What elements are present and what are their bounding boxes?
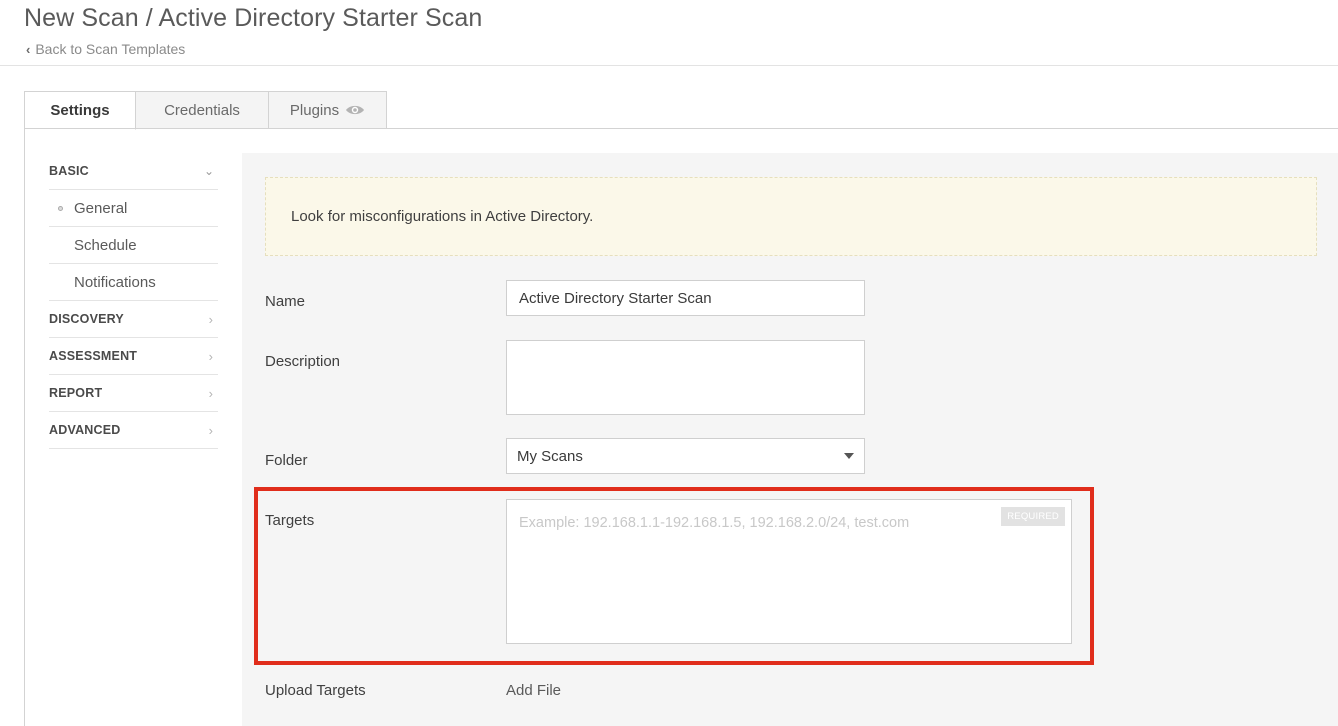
targets-textarea[interactable]: Example: 192.168.1.1-192.168.1.5, 192.16…	[506, 499, 1072, 644]
sidebar-item-label: Notifications	[74, 273, 156, 291]
description-label: Description	[265, 353, 341, 370]
template-description-banner: Look for misconfigurations in Active Dir…	[265, 177, 1317, 256]
sidebar-section-discovery[interactable]: DISCOVERY ›	[49, 301, 218, 338]
template-description-text: Look for misconfigurations in Active Dir…	[291, 208, 594, 225]
chevron-right-icon: ›	[208, 311, 213, 327]
targets-label: Targets	[265, 512, 315, 529]
page-title: New Scan / Active Directory Starter Scan	[24, 4, 483, 32]
sidebar-item-label: Schedule	[74, 236, 137, 254]
sidebar-section-basic[interactable]: BASIC ⌄	[49, 153, 218, 190]
header-divider	[0, 65, 1338, 66]
tab-plugins-label: Plugins	[289, 101, 340, 119]
settings-content-panel: Look for misconfigurations in Active Dir…	[242, 153, 1338, 726]
tab-credentials-label: Credentials	[164, 101, 240, 119]
name-input[interactable]: Active Directory Starter Scan	[506, 280, 865, 316]
sidebar-section-advanced[interactable]: ADVANCED ›	[49, 412, 218, 449]
caret-down-icon	[844, 453, 854, 459]
sidebar-section-label: REPORT	[49, 386, 103, 400]
eye-icon	[345, 104, 365, 116]
tabs-divider	[24, 128, 1338, 129]
folder-select-value: My Scans	[517, 447, 583, 465]
selected-dot-icon	[58, 206, 63, 211]
folder-label: Folder	[265, 452, 308, 469]
sidebar-section-assessment[interactable]: ASSESSMENT ›	[49, 338, 218, 375]
tab-credentials[interactable]: Credentials	[135, 91, 269, 129]
tab-bar: Settings Credentials Plugins	[24, 91, 387, 130]
description-textarea[interactable]	[506, 340, 865, 415]
sidebar-section-label: BASIC	[49, 164, 89, 178]
chevron-right-icon: ›	[208, 422, 213, 438]
sidebar-section-label: DISCOVERY	[49, 312, 124, 326]
name-label: Name	[265, 293, 306, 310]
sidebar-item-general[interactable]: General	[49, 190, 218, 227]
panel-left-border	[24, 128, 25, 726]
chevron-down-icon: ⌄	[203, 164, 214, 178]
tab-settings[interactable]: Settings	[24, 91, 136, 130]
sidebar-item-label: General	[74, 199, 128, 217]
tab-plugins[interactable]: Plugins	[268, 91, 387, 129]
back-link-label: Back to Scan Templates	[35, 41, 186, 57]
sidebar-section-label: ASSESSMENT	[49, 349, 138, 363]
tab-settings-label: Settings	[50, 102, 110, 119]
sidebar-section-label: ADVANCED	[49, 423, 121, 437]
sidebar-section-report[interactable]: REPORT ›	[49, 375, 218, 412]
folder-select[interactable]: My Scans	[506, 438, 865, 474]
settings-sidebar: BASIC ⌄ General Schedule Notifications D…	[49, 153, 218, 449]
name-input-value: Active Directory Starter Scan	[519, 289, 712, 307]
chevron-left-icon: ‹	[26, 41, 31, 57]
back-to-templates-link[interactable]: ‹ Back to Scan Templates	[26, 41, 185, 57]
chevron-right-icon: ›	[208, 385, 213, 401]
targets-placeholder: Example: 192.168.1.1-192.168.1.5, 192.16…	[519, 515, 910, 531]
sidebar-item-notifications[interactable]: Notifications	[49, 264, 218, 301]
add-file-button[interactable]: Add File	[506, 682, 561, 699]
required-badge: REQUIRED	[1001, 507, 1065, 526]
chevron-right-icon: ›	[208, 348, 213, 364]
upload-targets-label: Upload Targets	[265, 682, 366, 699]
sidebar-item-schedule[interactable]: Schedule	[49, 227, 218, 264]
